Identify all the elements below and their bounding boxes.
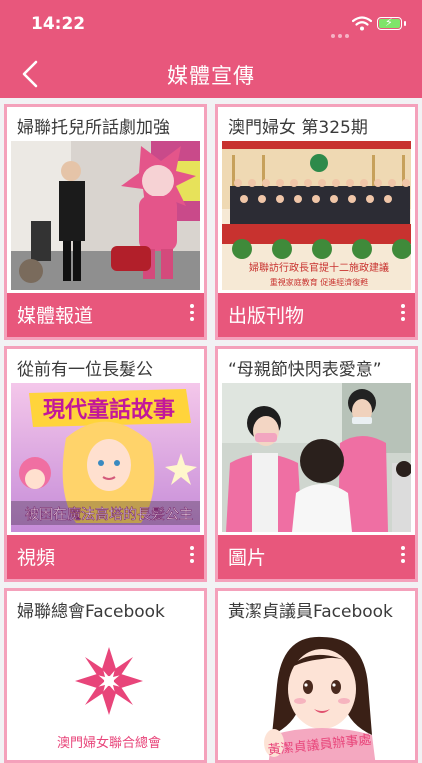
media-card-2[interactable]: 從前有一位長髮公 現代童話故事 被困在魔法高塔的長髮公主 視頻	[4, 346, 207, 582]
page-title: 媒體宣傳	[167, 64, 255, 88]
mascot-performance-photo	[11, 141, 200, 290]
card-footer: 圖片	[218, 535, 415, 579]
nav-bar: 媒體宣傳	[0, 50, 422, 98]
signal-icon	[331, 23, 352, 42]
federation-logo: 澳門婦女聯合總會	[11, 625, 200, 760]
mothers-day-photo	[222, 383, 411, 532]
status-time: 14:22	[31, 14, 86, 34]
fairy-tale-video-thumbnail: 現代童話故事 被困在魔法高塔的長髮公主	[11, 383, 200, 532]
more-menu-icon[interactable]	[188, 546, 196, 566]
card-footer: 媒體報道	[7, 293, 204, 337]
card-title: 從前有一位長髮公	[17, 360, 153, 380]
status-bar: 14:22 ⚡	[0, 0, 422, 50]
more-menu-icon[interactable]	[399, 546, 407, 566]
more-menu-icon[interactable]	[188, 304, 196, 324]
magazine-subheadline: 重視家庭教育 促進經濟復甦	[270, 277, 369, 287]
media-card-5[interactable]: 黃潔貞議員Facebook 黃潔貞議員辦事處	[215, 588, 418, 763]
battery-icon: ⚡	[377, 16, 406, 30]
card-category: 圖片	[228, 547, 267, 569]
card-title: 婦聯總會Facebook	[17, 602, 165, 622]
card-category: 視頻	[17, 547, 56, 569]
federation-logo-text: 澳門婦女聯合總會	[57, 735, 161, 751]
card-category: 出版刊物	[228, 305, 305, 327]
media-card-0[interactable]: 婦聯托兒所話劇加強 媒體報道	[4, 104, 207, 340]
card-title: 婦聯托兒所話劇加強	[17, 118, 170, 138]
card-footer: 視頻	[7, 535, 204, 579]
card-title: 黃潔貞議員Facebook	[228, 602, 393, 622]
card-category: 媒體報道	[17, 305, 94, 327]
video-caption-art: 被困在魔法高塔的長髮公主	[25, 506, 193, 523]
media-card-3[interactable]: “母親節快閃表愛意” 圖片	[215, 346, 418, 582]
card-footer: 出版刊物	[218, 293, 415, 337]
wifi-icon	[352, 16, 372, 31]
video-title-art: 現代童話故事	[43, 397, 175, 423]
legislator-cartoon: 黃潔貞議員辦事處	[222, 625, 411, 760]
card-title: “母親節快閃表愛意”	[228, 360, 382, 380]
more-menu-icon[interactable]	[399, 304, 407, 324]
media-card-1[interactable]: 澳門婦女 第325期 婦聯訪行政長官提十二施政建議 重視家庭教育 促進經濟復甦 …	[215, 104, 418, 340]
group-photo-magazine-cover: 婦聯訪行政長官提十二施政建議 重視家庭教育 促進經濟復甦	[222, 141, 411, 290]
media-card-4[interactable]: 婦聯總會Facebook 澳門婦女聯合總會	[4, 588, 207, 763]
card-title: 澳門婦女 第325期	[228, 118, 368, 138]
magazine-headline: 婦聯訪行政長官提十二施政建議	[249, 261, 389, 274]
